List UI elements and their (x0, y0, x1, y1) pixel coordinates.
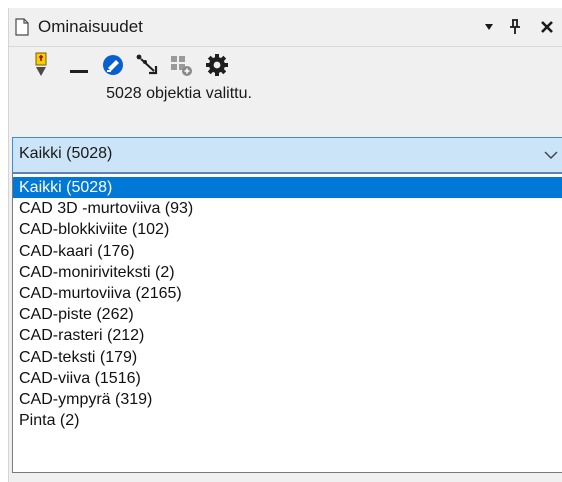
dropdown-option-cad-viiva[interactable]: CAD-viiva (1516) (13, 368, 562, 389)
close-button[interactable] (539, 18, 555, 36)
query-grid-icon (171, 56, 192, 76)
panel-bottom-area (9, 473, 562, 482)
query-grid-button[interactable] (169, 53, 193, 77)
edit-eraser-icon (103, 55, 123, 75)
panel-title: Ominaisuudet (38, 17, 143, 36)
pick-arrow-button[interactable] (135, 53, 159, 77)
dropdown-option-cad-ympyra[interactable]: CAD-ympyrä (319) (13, 389, 562, 410)
triangle-down-icon (485, 24, 493, 30)
selection-count-text: 5028 objektia valittu. (106, 85, 252, 102)
pick-arrow-icon (136, 54, 158, 75)
dropdown-option-cad-murtoviiva[interactable]: CAD-murtoviiva (2165) (13, 283, 562, 304)
close-icon (541, 21, 553, 33)
dropdown-option-cad-teksti[interactable]: CAD-teksti (179) (13, 347, 562, 368)
dropdown-option-cad-3d-murtoviiva[interactable]: CAD 3D -murtoviiva (93) (13, 198, 562, 219)
combobox-selected-value: Kaikki (5028) (19, 145, 113, 162)
object-type-filter-combobox[interactable]: Kaikki (5028) (12, 137, 562, 173)
chevron-down-icon[interactable] (544, 150, 558, 160)
pin-button[interactable] (507, 18, 523, 36)
panel-titlebar: Ominaisuudet (9, 8, 562, 47)
highlight-selection-button[interactable] (29, 52, 53, 77)
dropdown-option-cad-rasteri[interactable]: CAD-rasteri (212) (13, 325, 562, 346)
panel-options-button[interactable] (481, 18, 497, 36)
edit-eraser-button[interactable] (101, 53, 125, 77)
pin-icon (510, 19, 520, 34)
dropdown-option-cad-piste[interactable]: CAD-piste (262) (13, 304, 562, 325)
settings-button[interactable] (205, 53, 229, 77)
dropdown-option-pinta[interactable]: Pinta (2) (13, 410, 562, 431)
minimize-line-button[interactable] (67, 53, 91, 77)
dropdown-option-cad-kaari[interactable]: CAD-kaari (176) (13, 241, 562, 262)
dropdown-option-cad-moniriviteksti[interactable]: CAD-monirivi­teksti (2) (13, 262, 562, 283)
dropdown-option-cad-blokkiviite[interactable]: CAD-blokkiviite (102) (13, 219, 562, 240)
settings-gear-icon (206, 54, 228, 76)
highlight-selection-icon (35, 52, 47, 76)
dropdown-option-kaikki[interactable]: Kaikki (5028) (13, 177, 562, 199)
document-icon (15, 18, 29, 36)
minimize-line-icon (70, 70, 88, 73)
object-type-dropdown-list: Kaikki (5028) CAD 3D -murtoviiva (93) CA… (12, 173, 562, 473)
panel-toolbar (9, 47, 562, 85)
properties-panel: Ominaisuudet 5028 objektia valittu. Kaik… (8, 8, 562, 482)
